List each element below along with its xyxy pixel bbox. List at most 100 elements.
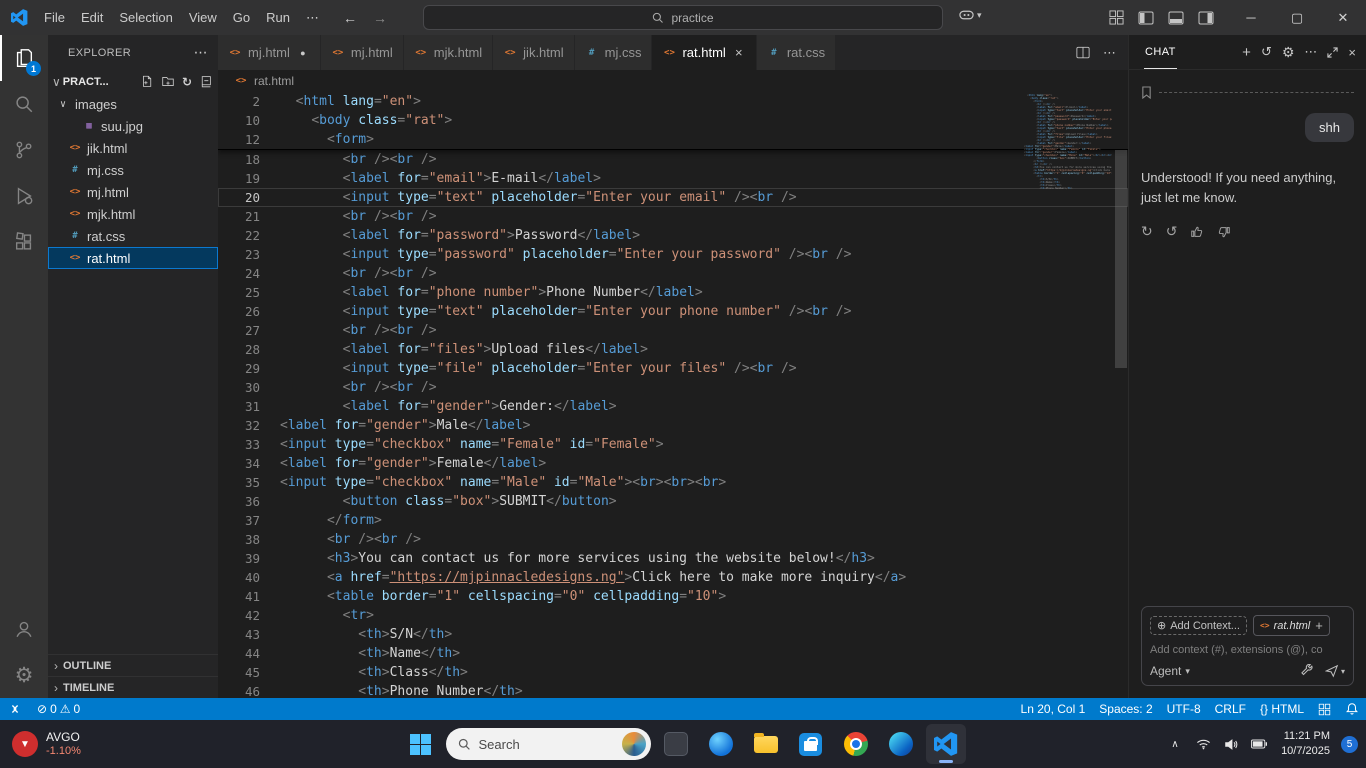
line-number[interactable]: 41: [218, 587, 260, 606]
account-icon[interactable]: [0, 606, 48, 652]
chrome-icon[interactable]: [836, 724, 876, 764]
code-line[interactable]: 34<label for="gender">Female</label>: [218, 454, 1128, 473]
code-line[interactable]: 29 <input type="file" placeholder="Enter…: [218, 359, 1128, 378]
code-line[interactable]: 40 <a href="https://mjpinnacledesigns.ng…: [218, 568, 1128, 587]
code-editor[interactable]: 2 <html lang="en">10 <body class="rat">1…: [218, 92, 1128, 698]
code-line[interactable]: 38 <br /><br />: [218, 530, 1128, 549]
encoding-setting[interactable]: UTF-8: [1160, 698, 1208, 720]
modified-dot[interactable]: ●: [296, 48, 310, 58]
source-control-activity-icon[interactable]: [0, 127, 48, 173]
code-line[interactable]: 46 <th>Phone Number</th>: [218, 682, 1128, 698]
line-number[interactable]: 36: [218, 492, 260, 511]
code-text[interactable]: <input type="password" placeholder="Ente…: [280, 245, 851, 264]
workspace-section-header[interactable]: ∨ PRACT... ↻: [48, 70, 218, 93]
code-text[interactable]: <input type="file" placeholder="Enter yo…: [280, 359, 797, 378]
code-text[interactable]: <label for="files">Upload files</label>: [280, 340, 648, 359]
microsoft-store-icon[interactable]: [791, 724, 831, 764]
file-tree-item[interactable]: # rat.css: [48, 225, 218, 247]
line-number[interactable]: 21: [218, 207, 260, 226]
line-number[interactable]: 31: [218, 397, 260, 416]
code-text[interactable]: <label for="gender">Male</label>: [280, 416, 531, 435]
chat-more-icon[interactable]: ⋯: [1304, 44, 1317, 60]
settings-gear-icon[interactable]: ⚙: [0, 652, 48, 698]
file-tree-item[interactable]: ∨ images: [48, 93, 218, 115]
copilot-titlebar-icon[interactable]: ▾: [959, 9, 982, 21]
code-line[interactable]: 27 <br /><br />: [218, 321, 1128, 340]
thumbs-up-icon[interactable]: [1190, 225, 1204, 239]
code-line[interactable]: 32<label for="gender">Male</label>: [218, 416, 1128, 435]
file-tree-item[interactable]: <> mj.html: [48, 181, 218, 203]
expand-chat-icon[interactable]: [1327, 47, 1338, 58]
line-number[interactable]: 25: [218, 283, 260, 302]
line-number[interactable]: 33: [218, 435, 260, 454]
line-number[interactable]: 40: [218, 568, 260, 587]
extensions-activity-icon[interactable]: [0, 219, 48, 265]
file-tree-item[interactable]: <> rat.html: [48, 247, 218, 269]
code-lines[interactable]: 18 <br /><br />19 <label for="email">E-m…: [218, 150, 1128, 698]
thumbs-down-icon[interactable]: [1217, 225, 1231, 239]
chat-history-icon[interactable]: ↺: [1261, 44, 1272, 60]
file-tree-item[interactable]: <> jik.html: [48, 137, 218, 159]
code-line[interactable]: 31 <label for="gender">Gender:</label>: [218, 397, 1128, 416]
taskbar-search[interactable]: Search: [446, 728, 651, 760]
editor-tab[interactable]: <> mj.html ● ×: [321, 35, 404, 70]
menu-overflow-icon[interactable]: ⋯: [298, 7, 327, 29]
line-number[interactable]: 28: [218, 340, 260, 359]
editor-tab[interactable]: <> mjk.html ● ×: [404, 35, 493, 70]
code-text[interactable]: <input type="text" placeholder="Enter yo…: [280, 302, 851, 321]
code-line[interactable]: 33<input type="checkbox" name="Female" i…: [218, 435, 1128, 454]
undo-icon[interactable]: ↺: [1166, 223, 1178, 240]
battery-icon[interactable]: [1248, 731, 1270, 757]
code-text[interactable]: <input type="checkbox" name="Male" id="M…: [280, 473, 726, 492]
explorer-more-icon[interactable]: ⋯: [194, 44, 208, 61]
menu-item[interactable]: Selection: [111, 7, 180, 28]
code-text[interactable]: <table border="1" cellspacing="0" cellpa…: [280, 587, 726, 606]
ports-icon[interactable]: [1311, 698, 1338, 720]
line-number[interactable]: 20: [218, 188, 260, 207]
code-text[interactable]: <button class="box">SUBMIT</button>: [280, 492, 617, 511]
line-number[interactable]: 2: [218, 92, 260, 111]
task-view-icon[interactable]: [656, 724, 696, 764]
code-text[interactable]: <label for="email">E-mail</label>: [280, 169, 601, 188]
clock[interactable]: 11:21 PM 10/7/2025: [1281, 729, 1330, 759]
indentation-setting[interactable]: Spaces: 2: [1092, 698, 1159, 720]
eol-setting[interactable]: CRLF: [1208, 698, 1253, 720]
code-text[interactable]: <th>S/N</th>: [280, 625, 452, 644]
code-text[interactable]: <a href="https://mjpinnacledesigns.ng">C…: [280, 568, 906, 587]
code-line[interactable]: 26 <input type="text" placeholder="Enter…: [218, 302, 1128, 321]
line-number[interactable]: 23: [218, 245, 260, 264]
code-line[interactable]: 36 <button class="box">SUBMIT</button>: [218, 492, 1128, 511]
code-line[interactable]: 44 <th>Name</th>: [218, 644, 1128, 663]
scrollbar-slider[interactable]: [1115, 150, 1127, 368]
line-number[interactable]: 10: [218, 111, 260, 130]
line-number[interactable]: 12: [218, 130, 260, 149]
search-activity-icon[interactable]: [0, 81, 48, 127]
retry-icon[interactable]: ↻: [1141, 223, 1153, 240]
editor-more-icon[interactable]: ⋯: [1103, 45, 1116, 61]
minimize-icon[interactable]: ─: [1228, 0, 1274, 35]
file-tree-item[interactable]: ▦ suu.jpg: [48, 115, 218, 137]
code-text[interactable]: <br /><br />: [280, 150, 437, 169]
language-mode[interactable]: {} HTML: [1253, 698, 1311, 720]
line-number[interactable]: 19: [218, 169, 260, 188]
file-explorer-icon[interactable]: [746, 724, 786, 764]
notifications-bell-icon[interactable]: [1338, 698, 1366, 720]
code-text[interactable]: <label for="gender">Female</label>: [280, 454, 546, 473]
code-line[interactable]: 37 </form>: [218, 511, 1128, 530]
search-highlight-image[interactable]: [622, 732, 646, 756]
line-number[interactable]: 45: [218, 663, 260, 682]
menu-item[interactable]: Edit: [73, 7, 111, 28]
editor-tab[interactable]: <> mj.html ● ×: [218, 35, 321, 70]
code-line[interactable]: 18 <br /><br />: [218, 150, 1128, 169]
forward-icon[interactable]: →: [373, 10, 387, 26]
line-number[interactable]: 22: [218, 226, 260, 245]
code-text[interactable]: <html lang="en">: [280, 92, 421, 111]
line-number[interactable]: 38: [218, 530, 260, 549]
line-number[interactable]: 35: [218, 473, 260, 492]
code-text[interactable]: <br /><br />: [280, 264, 437, 283]
menu-item[interactable]: Go: [225, 7, 258, 28]
editor-tab[interactable]: <> rat.html ● ×: [652, 35, 756, 70]
line-number[interactable]: 44: [218, 644, 260, 663]
editor-tab[interactable]: <> jik.html ● ×: [493, 35, 574, 70]
code-text[interactable]: <br /><br />: [280, 321, 437, 340]
